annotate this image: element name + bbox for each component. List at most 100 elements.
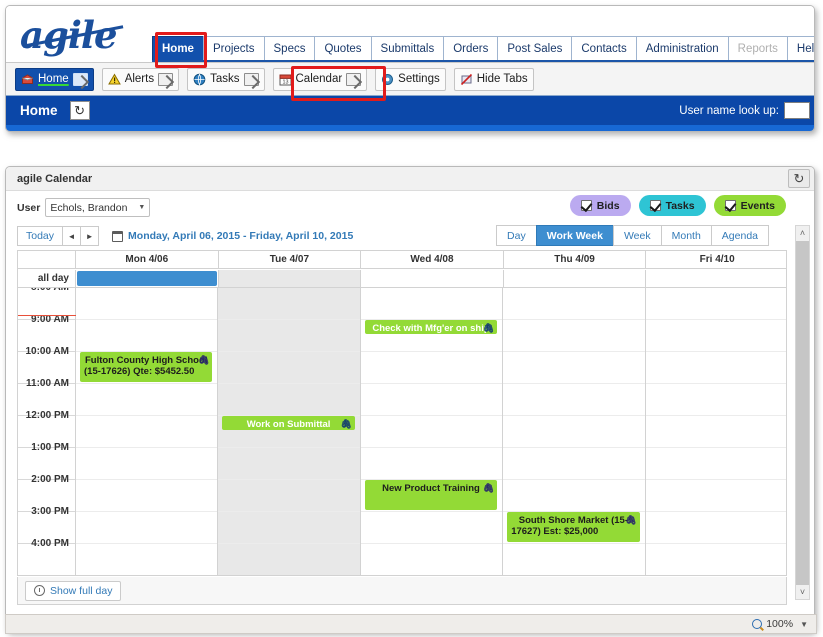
- paperclip-icon[interactable]: 🖇: [483, 323, 494, 334]
- hour-cell[interactable]: [645, 288, 786, 320]
- paperclip-icon[interactable]: 🖇: [340, 419, 351, 430]
- hour-cell[interactable]: [360, 448, 503, 480]
- quicklink-alerts[interactable]: Alerts: [101, 67, 180, 91]
- tab-projects[interactable]: Projects: [202, 36, 265, 60]
- day-header-2[interactable]: Wed 4/08: [361, 251, 504, 268]
- hour-cell[interactable]: [218, 448, 360, 480]
- hour-cell[interactable]: [503, 384, 645, 416]
- checkbox-checked-icon[interactable]: [580, 200, 592, 211]
- view-button-agenda[interactable]: Agenda: [710, 225, 769, 246]
- all-day-event-bar[interactable]: [77, 271, 217, 286]
- user-lookup-input[interactable]: [784, 102, 810, 119]
- all-day-cell-1[interactable]: [218, 270, 362, 287]
- calendar-event[interactable]: Check with Mfg'er on ship 🖇: [364, 320, 498, 334]
- all-day-cell-2[interactable]: [361, 270, 504, 287]
- hour-cell[interactable]: [76, 544, 217, 575]
- calendar-event[interactable]: Work on Submittal Package 🖇: [222, 416, 355, 430]
- popout-icon[interactable]: [72, 72, 88, 86]
- quicklink-home[interactable]: Home: [15, 67, 94, 91]
- paperclip-icon[interactable]: 🖇: [483, 483, 494, 494]
- hour-cell[interactable]: [645, 416, 786, 448]
- hour-cell[interactable]: [76, 480, 218, 512]
- filter-pill-tasks[interactable]: Tasks: [638, 195, 706, 216]
- chevron-down-icon[interactable]: ˅: [796, 585, 809, 599]
- paperclip-icon[interactable]: 🖇: [625, 515, 636, 526]
- popout-icon[interactable]: [243, 72, 259, 86]
- filter-pill-events[interactable]: Events: [713, 195, 786, 216]
- tab-submittals[interactable]: Submittals: [370, 36, 445, 60]
- day-column-4[interactable]: [645, 288, 786, 575]
- day-header-4[interactable]: Fri 4/10: [646, 251, 786, 268]
- hour-cell[interactable]: [503, 352, 645, 384]
- tab-post-sales[interactable]: Post Sales: [497, 36, 573, 60]
- hour-cell[interactable]: [360, 384, 503, 416]
- checkbox-checked-icon[interactable]: [649, 200, 661, 211]
- calendar-vertical-scrollbar[interactable]: ˄ ˅: [795, 225, 810, 600]
- view-button-week[interactable]: Week: [612, 225, 662, 246]
- calendar-refresh-icon[interactable]: ↻: [788, 169, 810, 188]
- view-button-work-week[interactable]: Work Week: [535, 225, 614, 246]
- day-header-1[interactable]: Tue 4/07: [219, 251, 362, 268]
- hour-cell[interactable]: [361, 544, 502, 575]
- today-button[interactable]: Today: [17, 226, 64, 246]
- all-day-cell-0[interactable]: [76, 270, 219, 287]
- day-header-3[interactable]: Thu 4/09: [504, 251, 647, 268]
- day-column-1[interactable]: [218, 288, 361, 575]
- chevron-up-icon[interactable]: ˄: [796, 226, 809, 240]
- hour-cell[interactable]: [503, 480, 645, 512]
- user-select[interactable]: Echols, Brandon ▼: [45, 198, 151, 217]
- popout-icon[interactable]: [346, 72, 362, 86]
- hour-cell[interactable]: [645, 320, 786, 352]
- hour-cell[interactable]: [360, 288, 503, 320]
- hour-cell[interactable]: [218, 288, 360, 320]
- hour-cell[interactable]: [645, 352, 786, 384]
- hour-cell[interactable]: [503, 416, 645, 448]
- hour-cell[interactable]: [218, 352, 360, 384]
- quicklink-settings[interactable]: Settings: [375, 67, 446, 91]
- hour-cell[interactable]: [503, 288, 645, 320]
- day-header-0[interactable]: Mon 4/06: [76, 251, 219, 268]
- all-day-cell-3[interactable]: [504, 270, 647, 287]
- hour-cell[interactable]: [503, 448, 645, 480]
- hour-cell[interactable]: [76, 384, 218, 416]
- time-grid-scroll-area[interactable]: 8:00 AM9:00 AM10:00 AM11:00 AM12:00 PM1:…: [18, 288, 786, 575]
- hour-cell[interactable]: [360, 352, 503, 384]
- hour-cell[interactable]: [76, 416, 218, 448]
- hour-cell[interactable]: [76, 320, 218, 352]
- hour-cell[interactable]: [76, 448, 218, 480]
- hour-cell[interactable]: [218, 512, 360, 544]
- hour-cell[interactable]: [360, 512, 503, 544]
- hour-cell[interactable]: [76, 288, 218, 320]
- prev-period-button[interactable]: ◄: [62, 226, 82, 246]
- calendar-event[interactable]: Fulton County High School (15-17626) Qte:…: [80, 352, 213, 382]
- all-day-cell-4[interactable]: [646, 270, 786, 287]
- checkbox-checked-icon[interactable]: [724, 200, 736, 211]
- quicklink-calendar[interactable]: 13 Calendar: [272, 67, 368, 91]
- calendar-event[interactable]: South Shore Market (15- 17627) Est: $25,0…: [507, 512, 640, 542]
- tab-administration[interactable]: Administration: [635, 36, 729, 60]
- view-button-month[interactable]: Month: [660, 225, 712, 246]
- paperclip-icon[interactable]: 🖇: [198, 355, 209, 366]
- filter-pill-bids[interactable]: Bids: [569, 195, 631, 216]
- next-period-button[interactable]: ►: [80, 226, 100, 246]
- tab-help[interactable]: Help: [786, 36, 814, 60]
- popout-icon[interactable]: [158, 72, 174, 86]
- quicklink-tasks[interactable]: Tasks: [187, 67, 265, 91]
- hour-cell[interactable]: [218, 544, 359, 575]
- hour-cell[interactable]: [645, 480, 786, 512]
- tab-specs[interactable]: Specs: [263, 36, 316, 60]
- day-column-0[interactable]: [76, 288, 219, 575]
- quicklink-hide-tabs[interactable]: Hide Tabs: [453, 67, 534, 91]
- hour-cell[interactable]: [76, 512, 218, 544]
- hour-cell[interactable]: [218, 384, 360, 416]
- hour-cell[interactable]: [218, 480, 360, 512]
- tab-orders[interactable]: Orders: [443, 36, 499, 60]
- show-full-day-button[interactable]: Show full day: [25, 580, 122, 601]
- hour-cell[interactable]: [645, 448, 786, 480]
- tab-contacts[interactable]: Contacts: [571, 36, 637, 60]
- hour-cell[interactable]: [645, 384, 786, 416]
- tab-quotes[interactable]: Quotes: [314, 36, 372, 60]
- calendar-event[interactable]: New Product Training 🖇: [364, 480, 498, 510]
- hour-cell[interactable]: [360, 416, 503, 448]
- zoom-dropdown-caret[interactable]: ▼: [800, 620, 808, 629]
